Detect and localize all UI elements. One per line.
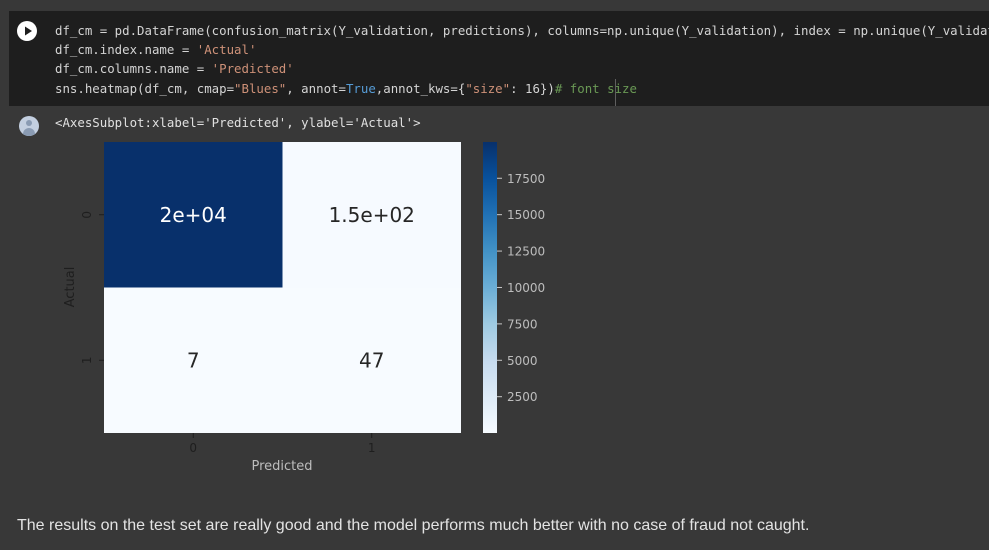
x-tick-label: 0 — [189, 441, 197, 455]
confusion-matrix-heatmap: 2e+04 1.5e+02 7 47 0 1 0 1 Predicted Actual 2… — [63, 142, 545, 474]
y-tick-label: 1 — [80, 356, 94, 364]
x-axis-label: Predicted — [251, 459, 312, 474]
y-axis-label: Actual — [63, 267, 78, 308]
heatmap-annotation: 47 — [359, 348, 384, 372]
x-tick-label: 1 — [368, 441, 376, 455]
colorbar-tick-label: 12500 — [507, 245, 545, 259]
heatmap-annotation: 1.5e+02 — [329, 203, 415, 227]
heatmap-annotation: 2e+04 — [160, 203, 227, 227]
markdown-text: The results on the test set are really g… — [17, 517, 810, 534]
colorbar — [483, 142, 497, 433]
colorbar-tick-label: 5000 — [507, 354, 538, 368]
colorbar-tick-label: 7500 — [507, 317, 538, 331]
y-tick-label: 0 — [80, 211, 94, 219]
colorbar-tick-label: 17500 — [507, 172, 545, 186]
colorbar-tick-label: 2500 — [507, 390, 538, 404]
heatmap-annotation: 7 — [187, 348, 200, 372]
colorbar-tick-label: 15000 — [507, 208, 545, 222]
colorbar-tick-label: 10000 — [507, 281, 545, 295]
